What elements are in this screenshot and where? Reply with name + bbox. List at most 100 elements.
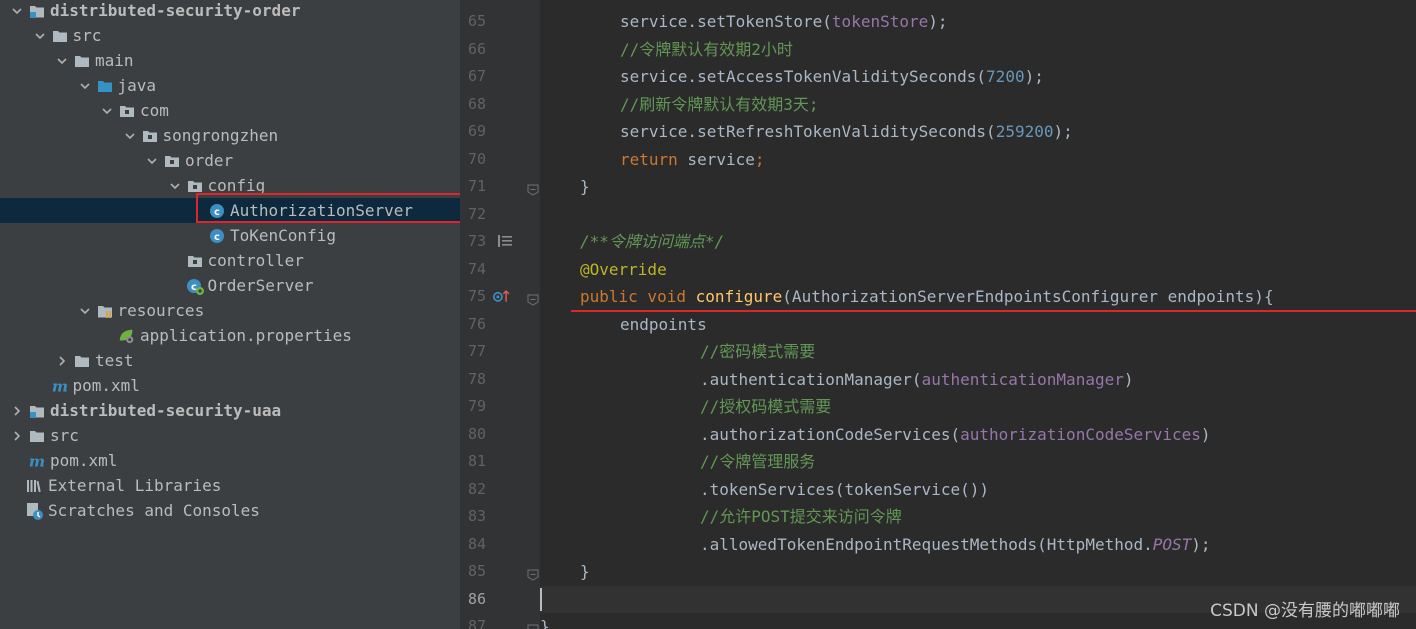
chevron-down-icon[interactable] — [100, 104, 114, 118]
line-number: 85 — [467, 562, 486, 580]
tree-item-label: distributed-security-uaa — [50, 401, 282, 420]
chevron-down-icon[interactable] — [10, 4, 24, 18]
line-number: 71 — [467, 177, 486, 195]
tree-item-label: test — [95, 351, 134, 370]
code-line[interactable]: return service; — [540, 146, 1416, 173]
code-token: @Override — [580, 259, 667, 279]
tree-item-controller[interactable]: controller — [0, 248, 460, 273]
code-token: 259200 — [995, 122, 1054, 141]
code-token: POST — [1152, 534, 1192, 554]
tree-item-label: config — [207, 176, 266, 195]
code-token: /**令牌访问端点*/ — [580, 232, 725, 251]
chevron-down-icon[interactable] — [145, 154, 159, 168]
fold-marker-icon[interactable] — [527, 621, 539, 629]
tree-item-label: pom.xml — [50, 451, 118, 470]
class-icon: c — [208, 202, 226, 220]
package-icon — [186, 252, 204, 270]
tree-item-application-properties[interactable]: application.properties — [0, 323, 460, 348]
code-line[interactable]: //密码模式需要 — [540, 338, 1416, 365]
code-token: } — [540, 617, 550, 629]
code-token: service.setTokenStore( — [620, 12, 832, 31]
code-token: .authenticationManager( — [700, 369, 922, 389]
code-line[interactable]: service.setRefreshTokenValiditySeconds(2… — [540, 118, 1416, 145]
tree-item-songrongzhen[interactable]: songrongzhen — [0, 123, 460, 148]
code-line[interactable]: //刷新令牌默认有效期3天; — [540, 91, 1416, 118]
code-editor[interactable]: 65 66 67 68 69 70 71 72 73 74 75 76 77 78 79 80 81 82 83 84… — [460, 0, 1416, 629]
method-underline-annotation — [571, 309, 1416, 312]
tree-item-tokenconfig[interactable]: c ToKenConfig — [0, 223, 460, 248]
chevron-down-icon[interactable] — [123, 129, 137, 143]
code-line[interactable]: @Override — [540, 256, 1416, 283]
code-token: .allowedTokenEndpointRequestMethods(Http… — [700, 534, 1153, 554]
chevron-down-icon[interactable] — [33, 29, 47, 43]
svg-text:c: c — [214, 232, 220, 243]
code-token: ; — [754, 149, 765, 169]
libraries-icon — [26, 477, 44, 495]
code-line[interactable]: /**令牌访问端点*/ — [540, 228, 1416, 255]
code-line[interactable]: //令牌管理服务 — [540, 448, 1416, 475]
tree-item-label: java — [117, 76, 157, 95]
tree-item-config[interactable]: config — [0, 173, 460, 198]
tree-item-authorizationserver[interactable]: c AuthorizationServer — [0, 198, 460, 223]
code-token: //令牌默认有效期2小时 — [620, 39, 793, 59]
code-line[interactable]: .tokenServices(tokenService()) — [540, 476, 1416, 503]
code-token: return — [620, 149, 678, 169]
doc-render-icon[interactable] — [496, 232, 514, 250]
code-line[interactable]: //令牌默认有效期2小时 — [540, 36, 1416, 63]
code-line[interactable]: public void configure(AuthorizationServe… — [540, 283, 1416, 310]
tree-item-distributed-security-order[interactable]: distributed-security-order — [0, 0, 460, 23]
fold-marker-icon[interactable] — [527, 181, 539, 196]
tree-item-label: ToKenConfig — [230, 226, 336, 245]
tree-item-main[interactable]: main — [0, 48, 460, 73]
line-number: 77 — [467, 342, 486, 360]
override-method-icon[interactable] — [493, 287, 511, 305]
chevron-right-icon[interactable] — [55, 354, 69, 368]
tree-item-label: External Libraries — [48, 476, 222, 495]
code-line[interactable]: service.setAccessTokenValiditySeconds(72… — [540, 63, 1416, 90]
line-number: 75 — [467, 287, 486, 305]
source-folder-icon — [96, 77, 114, 95]
tree-item-java[interactable]: java — [0, 73, 460, 98]
chevron-down-icon[interactable] — [78, 79, 92, 93]
tree-item-com[interactable]: com — [0, 98, 460, 123]
tree-item-distributed-security-uaa[interactable]: distributed-security-uaa — [0, 398, 460, 423]
tree-item-test[interactable]: test — [0, 348, 460, 373]
code-token: service — [677, 149, 755, 169]
line-number: 74 — [467, 259, 486, 278]
code-line[interactable]: } — [540, 558, 1416, 585]
tree-item-order[interactable]: order — [0, 148, 460, 173]
chevron-right-icon[interactable] — [10, 429, 24, 443]
code-token: ); — [1024, 67, 1044, 86]
line-number: 82 — [467, 479, 486, 498]
tree-item-label: resources — [117, 301, 205, 320]
fold-marker-icon[interactable] — [527, 566, 539, 581]
tree-item-src[interactable]: src — [0, 423, 460, 448]
tree-item-label: OrderServer — [207, 276, 314, 295]
tree-item-pom-xml[interactable]: m pom.xml — [0, 373, 460, 398]
code-line[interactable]: .authorizationCodeServices(authorization… — [540, 421, 1416, 448]
code-line[interactable]: service.setTokenStore(tokenStore); — [540, 8, 1416, 35]
line-number: 83 — [467, 507, 486, 525]
tree-item-label: com — [140, 101, 169, 120]
chevron-right-icon[interactable] — [10, 404, 24, 418]
tree-item-scratches-and-consoles[interactable]: Scratches and Consoles — [0, 498, 460, 523]
chevron-down-icon[interactable] — [78, 304, 92, 318]
code-token: public void — [580, 287, 696, 306]
code-line[interactable]: //允许POST提交来访问令牌 — [540, 503, 1416, 530]
tree-item-label: distributed-security-order — [50, 1, 301, 20]
tree-item-pom-xml[interactable]: m pom.xml — [0, 448, 460, 473]
tree-item-resources[interactable]: resources — [0, 298, 460, 323]
code-line[interactable]: .allowedTokenEndpointRequestMethods(Http… — [540, 531, 1416, 558]
code-line[interactable] — [540, 201, 1416, 228]
tree-item-orderserver[interactable]: c OrderServer — [0, 273, 460, 298]
code-line[interactable]: .authenticationManager(authenticationMan… — [540, 366, 1416, 393]
code-line[interactable]: endpoints — [540, 311, 1416, 338]
code-line[interactable]: } — [540, 173, 1416, 200]
tree-item-external-libraries[interactable]: External Libraries — [0, 473, 460, 498]
fold-marker-icon[interactable] — [527, 291, 539, 306]
code-line[interactable]: //授权码模式需要 — [540, 393, 1416, 420]
tree-item-src[interactable]: src — [0, 23, 460, 48]
chevron-down-icon[interactable] — [168, 179, 182, 193]
line-number: 73 — [467, 232, 486, 250]
chevron-down-icon[interactable] — [55, 54, 69, 68]
